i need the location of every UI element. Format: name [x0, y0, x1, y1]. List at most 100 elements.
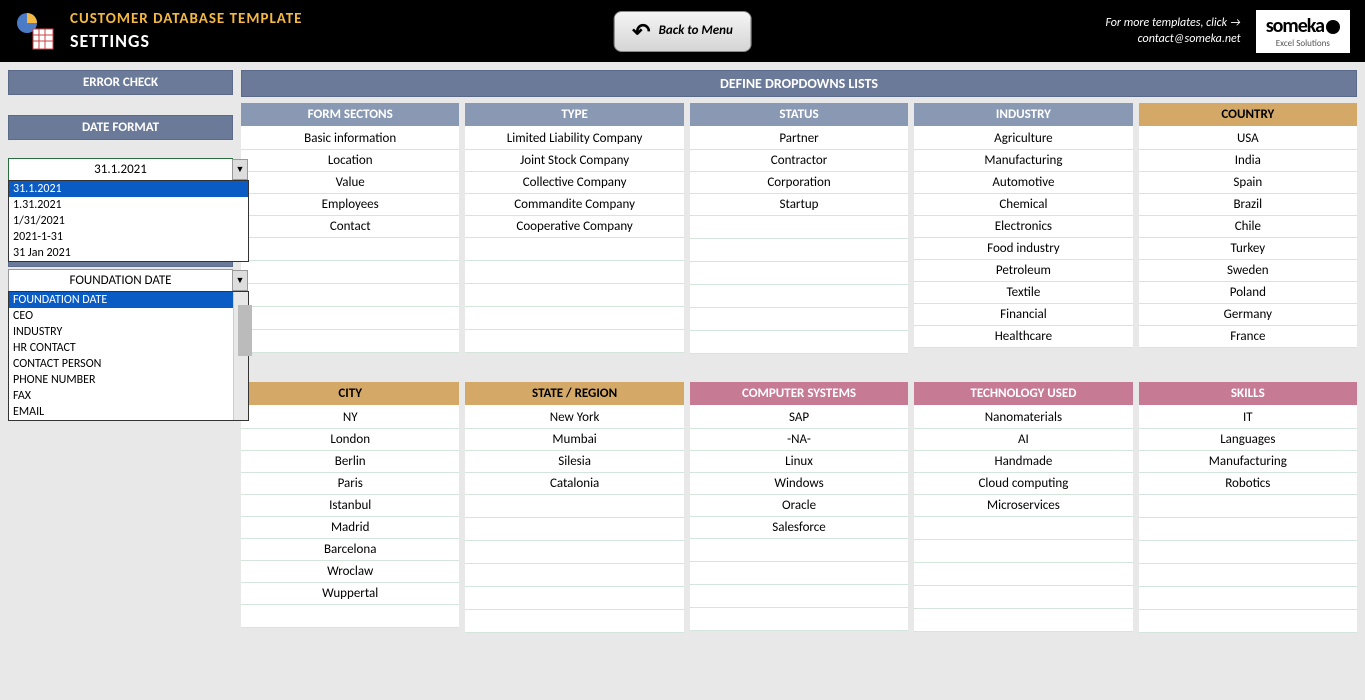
list-item[interactable]: Paris [241, 473, 459, 495]
list-item[interactable]: NY [241, 407, 459, 429]
list-item[interactable]: Linux [690, 451, 908, 473]
list-item-empty[interactable] [465, 610, 683, 633]
list-item[interactable]: Value [241, 172, 459, 194]
dropdown-arrow-icon[interactable]: ▼ [232, 159, 248, 180]
list-item-empty[interactable] [914, 517, 1132, 540]
list-item-empty[interactable] [241, 238, 459, 261]
list-item[interactable]: Istanbul [241, 495, 459, 517]
list-item[interactable]: SAP [690, 407, 908, 429]
list-item[interactable]: Wroclaw [241, 561, 459, 583]
list-item[interactable]: Handmade [914, 451, 1132, 473]
list-item-empty[interactable] [465, 284, 683, 307]
date-format-dropdown[interactable]: 31.1.20211.31.20211/31/20212021-1-3131 J… [8, 180, 249, 262]
list-item[interactable]: India [1139, 150, 1357, 172]
list-item-empty[interactable] [241, 261, 459, 284]
dropdown-option[interactable]: INDUSTRY [9, 324, 248, 340]
list-item[interactable]: Turkey [1139, 238, 1357, 260]
list-item[interactable]: Wuppertal [241, 583, 459, 605]
list-item[interactable]: IT [1139, 407, 1357, 429]
list-item[interactable]: Healthcare [914, 326, 1132, 348]
dropdown-option[interactable]: CONTACT PERSON [9, 356, 248, 372]
list-item[interactable]: AI [914, 429, 1132, 451]
list-item[interactable]: London [241, 429, 459, 451]
list-item-empty[interactable] [690, 539, 908, 562]
list-item[interactable]: Employees [241, 194, 459, 216]
list-item[interactable]: Cooperative Company [465, 216, 683, 238]
list-item-empty[interactable] [690, 216, 908, 239]
dropdown-option[interactable]: 1/31/2021 [9, 213, 248, 229]
dropdown-option[interactable]: PHONE NUMBER [9, 372, 248, 388]
list-item[interactable]: Chemical [914, 194, 1132, 216]
list-item-empty[interactable] [465, 330, 683, 353]
list-item-empty[interactable] [241, 330, 459, 353]
list-item-empty[interactable] [1139, 541, 1357, 564]
list-item[interactable]: Berlin [241, 451, 459, 473]
list-item-empty[interactable] [690, 608, 908, 631]
list-item[interactable]: Collective Company [465, 172, 683, 194]
list-item[interactable]: Barcelona [241, 539, 459, 561]
list-item-empty[interactable] [914, 586, 1132, 609]
list-item-empty[interactable] [690, 562, 908, 585]
list-item[interactable]: Languages [1139, 429, 1357, 451]
list-item[interactable]: Basic information [241, 128, 459, 150]
list-item[interactable]: Chile [1139, 216, 1357, 238]
list-item[interactable]: Startup [690, 194, 908, 216]
list-item-empty[interactable] [690, 331, 908, 354]
list-item[interactable]: Agriculture [914, 128, 1132, 150]
back-to-menu-button[interactable]: ↶ Back to Menu [613, 11, 752, 52]
dropdown-arrow-icon[interactable]: ▼ [232, 270, 248, 291]
list-item-empty[interactable] [1139, 495, 1357, 518]
list-item[interactable]: Joint Stock Company [465, 150, 683, 172]
scrollbar[interactable] [233, 292, 248, 420]
list-item[interactable]: Cloud computing [914, 473, 1132, 495]
list-item[interactable]: Silesia [465, 451, 683, 473]
list-item-empty[interactable] [1139, 518, 1357, 541]
list-item-empty[interactable] [465, 238, 683, 261]
list-item[interactable]: Germany [1139, 304, 1357, 326]
list-item-empty[interactable] [690, 262, 908, 285]
list-item-empty[interactable] [465, 564, 683, 587]
list-item[interactable]: Limited Liability Company [465, 128, 683, 150]
list-item[interactable]: Nanomaterials [914, 407, 1132, 429]
list-item-empty[interactable] [465, 518, 683, 541]
list-item[interactable]: Catalonia [465, 473, 683, 495]
dropdown-option[interactable]: EMAIL [9, 404, 248, 420]
list-item[interactable]: Food industry [914, 238, 1132, 260]
list-item[interactable]: New York [465, 407, 683, 429]
date-inputs-select[interactable]: FOUNDATION DATE ▼ FOUNDATION DATECEOINDU… [8, 269, 233, 292]
list-item[interactable]: Manufacturing [914, 150, 1132, 172]
dropdown-option[interactable]: CEO [9, 308, 248, 324]
list-item[interactable]: Textile [914, 282, 1132, 304]
dropdown-option[interactable]: 1.31.2021 [9, 197, 248, 213]
list-item-empty[interactable] [465, 307, 683, 330]
list-item-empty[interactable] [690, 285, 908, 308]
list-item[interactable]: Brazil [1139, 194, 1357, 216]
dropdown-option[interactable]: 2021-1-31 [9, 229, 248, 245]
list-item-empty[interactable] [1139, 587, 1357, 610]
date-inputs-dropdown[interactable]: FOUNDATION DATECEOINDUSTRYHR CONTACTCONT… [8, 291, 249, 421]
list-item-empty[interactable] [1139, 610, 1357, 633]
list-item[interactable]: Mumbai [465, 429, 683, 451]
list-item[interactable]: Robotics [1139, 473, 1357, 495]
list-item[interactable]: Automotive [914, 172, 1132, 194]
more-templates-link[interactable]: For more templates, click → [1105, 16, 1240, 30]
dropdown-option[interactable]: FOUNDATION DATE [9, 292, 248, 308]
dropdown-option[interactable]: FAX [9, 388, 248, 404]
list-item-empty[interactable] [1139, 564, 1357, 587]
list-item[interactable]: Sweden [1139, 260, 1357, 282]
list-item-empty[interactable] [241, 284, 459, 307]
list-item[interactable]: Spain [1139, 172, 1357, 194]
list-item-empty[interactable] [241, 605, 459, 628]
list-item-empty[interactable] [690, 585, 908, 608]
list-item-empty[interactable] [690, 308, 908, 331]
list-item[interactable]: France [1139, 326, 1357, 348]
list-item-empty[interactable] [914, 609, 1132, 632]
dropdown-option[interactable]: 31.1.2021 [9, 181, 248, 197]
list-item[interactable]: Manufacturing [1139, 451, 1357, 473]
dropdown-option[interactable]: HR CONTACT [9, 340, 248, 356]
list-item[interactable]: -NA- [690, 429, 908, 451]
date-format-select[interactable]: 31.1.2021 ▼ 31.1.20211.31.20211/31/20212… [8, 158, 233, 181]
contact-email[interactable]: contact@someka.net [1105, 32, 1240, 46]
list-item[interactable]: Petroleum [914, 260, 1132, 282]
list-item[interactable]: Salesforce [690, 517, 908, 539]
